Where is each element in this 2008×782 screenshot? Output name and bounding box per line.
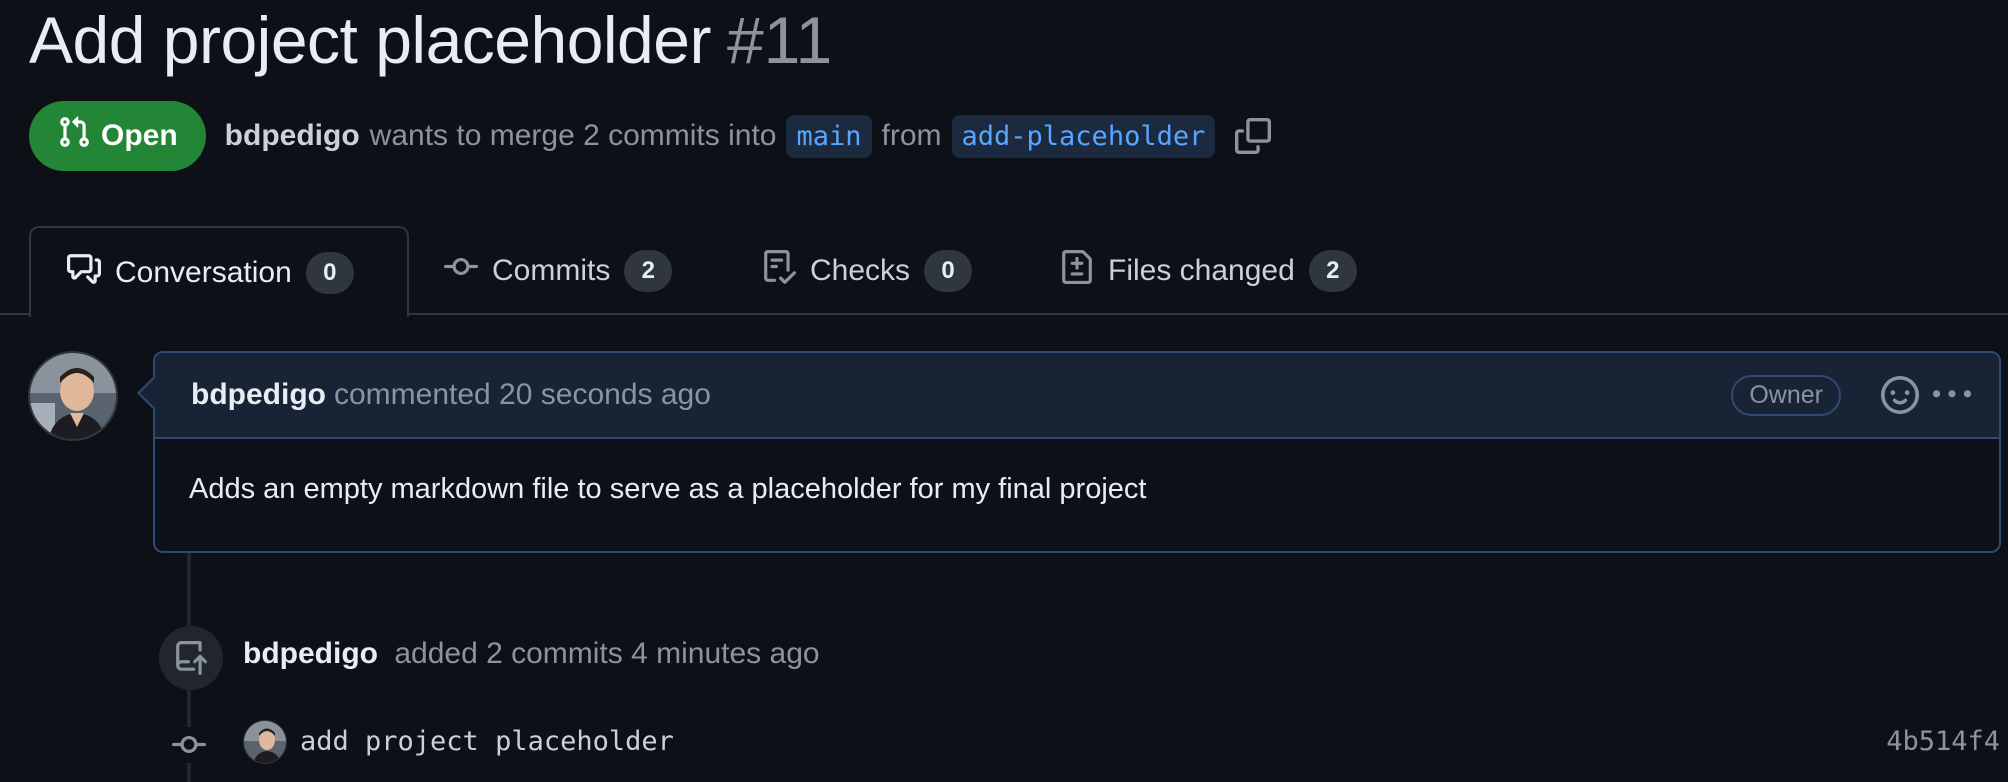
tab-checks[interactable]: Checks 0 bbox=[762, 226, 973, 315]
tab-checks-count: 0 bbox=[924, 249, 973, 292]
avatar[interactable] bbox=[28, 351, 118, 441]
head-branch-link[interactable]: add-placeholder bbox=[951, 114, 1216, 158]
checklist-icon bbox=[762, 249, 797, 292]
pr-meta-row: Open bdpedigo wants to merge 2 commits i… bbox=[29, 101, 1272, 171]
git-commit-icon bbox=[444, 250, 478, 292]
tab-commits-label: Commits bbox=[492, 253, 611, 287]
commit-sha-link[interactable]: 4b514f4 bbox=[1886, 726, 2000, 757]
pr-title: Add project placeholder bbox=[29, 3, 711, 77]
comment-box: bdpedigo commented 20 seconds ago Owner … bbox=[137, 351, 2001, 553]
pull-request-page: Add project placeholder #11 Open bdpedig… bbox=[0, 0, 2008, 782]
comment-timestamp: commented 20 seconds ago bbox=[333, 378, 711, 411]
comment-header: bdpedigo commented 20 seconds ago Owner bbox=[155, 353, 1999, 439]
smiley-icon[interactable] bbox=[1881, 376, 1919, 414]
tab-checks-label: Checks bbox=[810, 253, 911, 287]
timeline-event-text: bdpedigo added 2 commits 4 minutes ago bbox=[243, 637, 820, 671]
tab-commits[interactable]: Commits 2 bbox=[444, 226, 673, 315]
tab-files-changed-label: Files changed bbox=[1108, 253, 1295, 287]
pr-state-badge: Open bbox=[29, 101, 206, 171]
tab-files-changed[interactable]: Files changed 2 bbox=[1060, 226, 1357, 315]
tab-conversation-label: Conversation bbox=[115, 255, 292, 289]
commit-message-link[interactable]: add project placeholder bbox=[300, 726, 674, 757]
comment-body: Adds an empty markdown file to serve as … bbox=[189, 473, 1147, 505]
pr-merge-summary: bdpedigo wants to merge 2 commits into m… bbox=[225, 114, 1272, 158]
pr-tabs: Conversation 0 Commits 2 Checks 0 Files … bbox=[0, 226, 2008, 317]
copy-icon[interactable] bbox=[1235, 118, 1272, 154]
tab-commits-count: 2 bbox=[624, 249, 673, 292]
tab-files-changed-count: 2 bbox=[1308, 249, 1357, 292]
kebab-horizontal-icon[interactable] bbox=[1933, 376, 1971, 414]
merge-from-text: from bbox=[881, 119, 942, 152]
comment-author-link[interactable]: bdpedigo bbox=[191, 378, 326, 412]
comment-discussion-icon bbox=[67, 252, 101, 294]
event-description: added 2 commits 4 minutes ago bbox=[394, 637, 820, 670]
tab-conversation[interactable]: Conversation 0 bbox=[29, 226, 409, 317]
pr-author-link[interactable]: bdpedigo bbox=[225, 119, 360, 153]
commit-avatar[interactable] bbox=[243, 720, 287, 764]
repo-push-icon bbox=[159, 626, 223, 690]
owner-badge: Owner bbox=[1731, 374, 1841, 416]
pr-title-row: Add project placeholder #11 bbox=[29, 0, 832, 80]
tab-conversation-count: 0 bbox=[305, 251, 354, 294]
pr-number: #11 bbox=[726, 3, 833, 77]
git-pull-request-icon bbox=[57, 115, 91, 157]
pr-state-label: Open bbox=[101, 119, 178, 152]
file-diff-icon bbox=[1060, 249, 1094, 292]
merge-text: wants to merge 2 commits into bbox=[369, 119, 777, 152]
base-branch-link[interactable]: main bbox=[786, 114, 872, 158]
git-commit-icon bbox=[171, 727, 207, 763]
event-author-link[interactable]: bdpedigo bbox=[243, 637, 378, 670]
